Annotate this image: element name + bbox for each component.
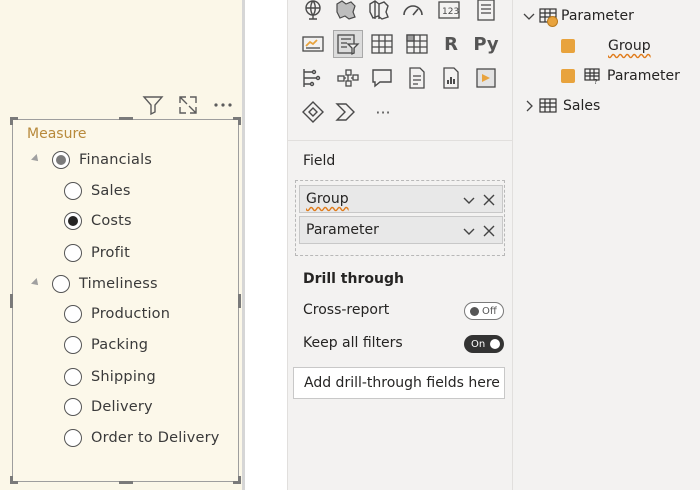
slicer-item-packing[interactable]: Packing <box>64 333 148 357</box>
resize-handle[interactable] <box>119 481 133 484</box>
field-section-label: Field <box>303 153 336 169</box>
globe-map-icon[interactable] <box>298 0 328 24</box>
radio-icon[interactable] <box>64 182 82 200</box>
collapse-caret-icon[interactable] <box>31 278 41 288</box>
slicer-item-shipping[interactable]: Shipping <box>64 365 156 389</box>
focus-mode-icon[interactable] <box>176 93 200 117</box>
table-icon <box>539 98 557 114</box>
radio-icon[interactable] <box>52 275 70 293</box>
svg-text:?: ? <box>594 78 598 84</box>
slicer-group-timeliness[interactable]: Timeliness <box>52 272 158 296</box>
radio-icon[interactable] <box>64 244 82 262</box>
matrix-icon[interactable] <box>402 30 432 58</box>
qa-icon[interactable] <box>367 64 397 92</box>
radio-icon[interactable] <box>64 398 82 416</box>
kpi-icon[interactable] <box>298 30 328 58</box>
table-sales[interactable]: Sales <box>523 95 600 117</box>
field-well[interactable]: Group Parameter <box>295 180 505 256</box>
resize-handle[interactable] <box>238 117 241 125</box>
card-icon[interactable]: 123 <box>434 0 464 24</box>
toggle-knob <box>470 306 479 316</box>
resize-handle[interactable] <box>10 117 13 125</box>
field-parameter[interactable]: ? Parameter <box>561 65 680 87</box>
canvas-gap <box>245 0 287 490</box>
section-divider <box>288 140 514 141</box>
field-group[interactable]: Group <box>561 35 651 57</box>
slicer-item-production[interactable]: Production <box>64 302 170 326</box>
chevron-down-icon[interactable] <box>462 223 476 237</box>
radio-icon[interactable] <box>64 429 82 447</box>
radio-icon[interactable] <box>64 212 82 230</box>
r-visual-icon[interactable]: R <box>436 30 466 58</box>
resize-handle[interactable] <box>238 476 241 484</box>
shape-map-icon[interactable] <box>364 0 394 24</box>
close-icon[interactable] <box>482 223 496 237</box>
field-pill-parameter[interactable]: Parameter <box>299 216 503 244</box>
chevron-right-icon[interactable] <box>523 100 535 112</box>
key-influencers-icon[interactable] <box>298 64 328 92</box>
power-automate-icon[interactable] <box>298 98 328 126</box>
cross-report-label: Cross-report <box>303 302 390 318</box>
slicer-title: Measure <box>27 126 87 142</box>
more-visuals-icon[interactable]: ··· <box>368 98 398 126</box>
drill-through-title: Drill through <box>303 271 404 287</box>
paginated-report-icon[interactable] <box>436 64 466 92</box>
parameter-badge-icon <box>547 16 558 27</box>
hierarchy-slicer[interactable]: Measure Financials Sales Costs Profit Ti… <box>10 117 241 484</box>
multi-row-card-icon[interactable] <box>471 0 501 24</box>
resize-handle[interactable] <box>119 117 133 120</box>
svg-text:123: 123 <box>442 7 459 17</box>
radio-icon[interactable] <box>64 368 82 386</box>
chevron-down-icon[interactable] <box>523 10 535 22</box>
power-apps-icon[interactable] <box>471 64 501 92</box>
close-icon[interactable] <box>482 192 496 206</box>
radio-icon[interactable] <box>52 151 70 169</box>
drill-through-field-well[interactable]: Add drill-through fields here <box>293 367 505 399</box>
cross-report-toggle[interactable]: Off <box>464 302 504 320</box>
slicer-icon[interactable] <box>333 30 363 58</box>
gauge-icon[interactable] <box>398 0 428 24</box>
filled-map-icon[interactable] <box>331 0 361 24</box>
field-checkbox-icon[interactable] <box>561 39 575 53</box>
more-options-icon[interactable] <box>211 93 235 117</box>
slicer-item-delivery[interactable]: Delivery <box>64 395 153 419</box>
arcgis-icon[interactable] <box>331 98 361 126</box>
keep-all-filters-toggle[interactable]: On <box>464 335 504 353</box>
visualizations-pane: 123 R Py ··· Field Group Parameter Drill… <box>287 0 514 490</box>
fields-pane: Parameter Group ? Parameter Sales <box>513 0 700 490</box>
resize-handle[interactable] <box>10 294 13 308</box>
hierarchy-table-icon: ? <box>584 68 602 86</box>
slicer-item-sales[interactable]: Sales <box>64 179 131 203</box>
smart-narrative-icon[interactable] <box>402 64 432 92</box>
collapse-caret-icon[interactable] <box>31 154 41 164</box>
resize-handle[interactable] <box>10 476 13 484</box>
field-pill-group[interactable]: Group <box>299 185 503 213</box>
slicer-item-profit[interactable]: Profit <box>64 241 130 265</box>
table-icon[interactable] <box>367 30 397 58</box>
field-checkbox-icon[interactable] <box>561 69 575 83</box>
keep-all-filters-label: Keep all filters <box>303 335 403 351</box>
toggle-knob <box>490 339 500 349</box>
slicer-group-financials[interactable]: Financials <box>52 148 152 172</box>
radio-icon[interactable] <box>64 336 82 354</box>
slicer-item-costs[interactable]: Costs <box>64 209 132 233</box>
radio-icon[interactable] <box>64 305 82 323</box>
resize-handle[interactable] <box>238 294 241 308</box>
python-visual-icon[interactable]: Py <box>471 30 501 58</box>
filter-icon[interactable] <box>141 93 165 117</box>
table-parameter[interactable]: Parameter <box>523 5 634 27</box>
decomposition-tree-icon[interactable] <box>333 64 363 92</box>
slicer-item-order-to-delivery[interactable]: Order to Delivery <box>64 426 220 450</box>
table-icon <box>539 8 558 27</box>
chevron-down-icon[interactable] <box>462 192 476 206</box>
